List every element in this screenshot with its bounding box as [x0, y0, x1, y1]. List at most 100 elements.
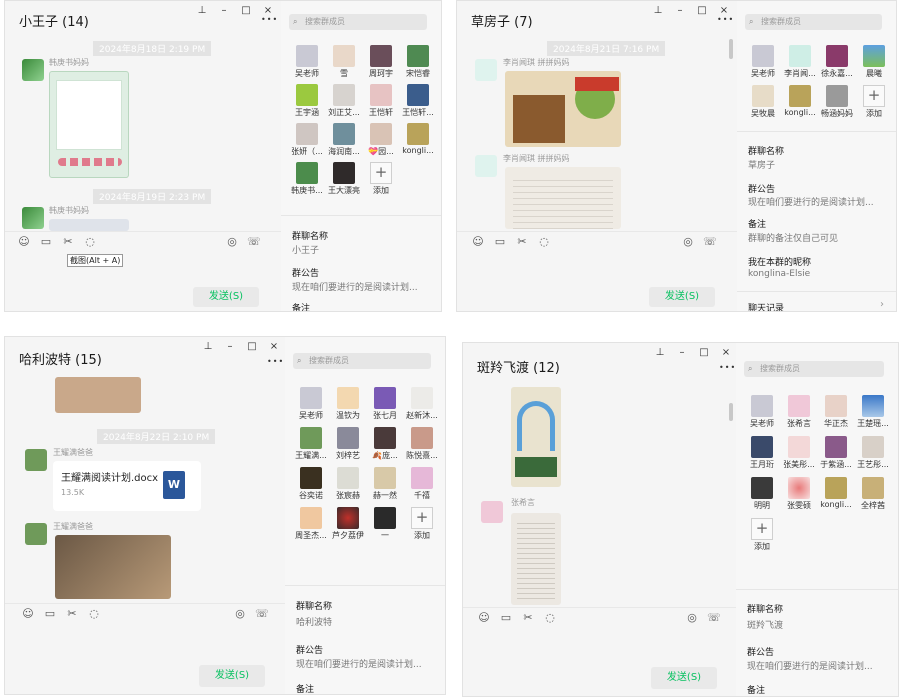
- member-item[interactable]: 张雯硕: [781, 477, 817, 511]
- member-item[interactable]: 宋恺睿: [400, 45, 436, 79]
- member-item[interactable]: 吴老师: [293, 387, 329, 421]
- member-item[interactable]: 于紫涵...: [818, 436, 854, 470]
- member-item[interactable]: 温钦为: [330, 387, 366, 421]
- close-icon[interactable]: ×: [715, 346, 737, 360]
- member-item[interactable]: 明明: [744, 477, 780, 511]
- member-item[interactable]: 张妍（...: [289, 123, 325, 157]
- pin-icon[interactable]: ⊥: [647, 4, 669, 18]
- send-button[interactable]: 发送(S): [199, 665, 265, 687]
- member-item[interactable]: kongli...: [818, 477, 854, 511]
- minimize-icon[interactable]: –: [669, 4, 691, 18]
- folder-icon[interactable]: ▭: [493, 235, 507, 249]
- chat-history-icon[interactable]: ◌: [83, 235, 97, 249]
- member-item[interactable]: kongli...: [782, 85, 818, 119]
- member-item[interactable]: 王宇涵: [289, 84, 325, 118]
- chat-history-icon[interactable]: ◌: [87, 607, 101, 621]
- member-item[interactable]: 华正杰: [818, 395, 854, 429]
- member-item[interactable]: 刘正艾...: [326, 84, 362, 118]
- maximize-icon[interactable]: □: [241, 340, 263, 354]
- folder-icon[interactable]: ▭: [39, 235, 53, 249]
- member-item[interactable]: 张美彤...: [781, 436, 817, 470]
- member-item[interactable]: 王楚瑶...: [855, 395, 891, 429]
- chat-history-icon[interactable]: ◌: [543, 611, 557, 625]
- group-name-value[interactable]: 小王子: [292, 243, 319, 256]
- announcement-value[interactable]: 现在咱们要进行的是阅读计划...: [748, 195, 892, 208]
- video-call-icon[interactable]: ◎: [233, 607, 247, 621]
- chat-history-link[interactable]: 聊天记录: [748, 301, 784, 311]
- send-button[interactable]: 发送(S): [649, 287, 715, 307]
- member-item[interactable]: kongli...: [400, 123, 436, 157]
- member-item[interactable]: 徐永嘉...: [819, 45, 855, 79]
- message-image[interactable]: [505, 71, 621, 147]
- scissors-icon[interactable]: ✂: [65, 607, 79, 621]
- avatar[interactable]: [475, 155, 497, 177]
- phone-icon[interactable]: ☏: [707, 611, 721, 625]
- member-item[interactable]: 💝园...: [363, 123, 399, 157]
- member-item[interactable]: 雪: [326, 45, 362, 79]
- phone-icon[interactable]: ☏: [703, 235, 717, 249]
- send-button[interactable]: 发送(S): [193, 287, 259, 307]
- pin-icon[interactable]: ⊥: [191, 4, 213, 18]
- member-item[interactable]: 全梓茜: [855, 477, 891, 511]
- more-icon[interactable]: •••: [267, 357, 284, 366]
- member-item[interactable]: 王艺彤...: [855, 436, 891, 470]
- add-member-button[interactable]: + 添加: [363, 162, 399, 196]
- member-item[interactable]: 周圣杰...: [293, 507, 329, 541]
- emoji-icon[interactable]: ☺: [471, 235, 485, 249]
- member-item[interactable]: 陈悦熹...: [404, 427, 440, 461]
- member-item[interactable]: 王恺轩...: [400, 84, 436, 118]
- member-item[interactable]: 畅涵妈妈: [819, 85, 855, 119]
- announcement-value[interactable]: 现在咱们要进行的是阅读计划...: [747, 659, 893, 672]
- member-item[interactable]: 晨曦: [856, 45, 892, 79]
- more-icon[interactable]: •••: [717, 15, 734, 24]
- emoji-icon[interactable]: ☺: [17, 235, 31, 249]
- announcement-value[interactable]: 现在咱们要进行的是阅读计划...: [292, 280, 436, 293]
- video-call-icon[interactable]: ◎: [685, 611, 699, 625]
- member-item[interactable]: 王恺轩: [363, 84, 399, 118]
- member-search-input[interactable]: ⌕ 搜索群成员: [293, 353, 431, 369]
- scissors-icon[interactable]: ✂: [61, 235, 75, 249]
- member-item[interactable]: 谷奕诺: [293, 467, 329, 501]
- member-item[interactable]: 🍂庞...: [367, 427, 403, 461]
- member-item[interactable]: 海润南...: [326, 123, 362, 157]
- phone-icon[interactable]: ☏: [247, 235, 261, 249]
- member-item[interactable]: 一: [367, 507, 403, 541]
- member-search-input[interactable]: ⌕ 搜索群成员: [289, 14, 427, 30]
- member-item[interactable]: 赫一然: [367, 467, 403, 501]
- avatar[interactable]: [22, 207, 44, 229]
- file-message[interactable]: 王耀满阅读计划.docx 13.5K W: [53, 461, 201, 511]
- add-member-button[interactable]: + 添加: [744, 518, 780, 552]
- message-image[interactable]: [49, 219, 129, 231]
- more-icon[interactable]: •••: [261, 15, 278, 24]
- member-item[interactable]: 周珂宇: [363, 45, 399, 79]
- maximize-icon[interactable]: □: [235, 4, 257, 18]
- member-item[interactable]: 王耀满...: [293, 427, 329, 461]
- minimize-icon[interactable]: –: [213, 4, 235, 18]
- avatar[interactable]: [475, 59, 497, 81]
- message-image[interactable]: [511, 513, 561, 605]
- member-item[interactable]: 张宸赫: [330, 467, 366, 501]
- close-icon[interactable]: ×: [263, 340, 285, 354]
- member-item[interactable]: 张希言: [781, 395, 817, 429]
- member-item[interactable]: 李肖闻...: [782, 45, 818, 79]
- avatar[interactable]: [22, 59, 44, 81]
- scrollbar[interactable]: [729, 403, 733, 421]
- group-name-value[interactable]: 哈利波特: [296, 615, 332, 628]
- message-image[interactable]: [511, 387, 561, 487]
- member-item[interactable]: 千禧: [404, 467, 440, 501]
- my-nickname-value[interactable]: konglina-Elsie: [748, 269, 810, 279]
- add-member-button[interactable]: + 添加: [856, 85, 892, 119]
- message-image[interactable]: [505, 167, 621, 229]
- scrollbar[interactable]: [729, 39, 733, 59]
- chat-history-icon[interactable]: ◌: [537, 235, 551, 249]
- member-item[interactable]: 吴老师: [745, 45, 781, 79]
- member-item[interactable]: 张七月: [367, 387, 403, 421]
- send-button[interactable]: 发送(S): [651, 667, 717, 689]
- video-call-icon[interactable]: ◎: [225, 235, 239, 249]
- group-name-value[interactable]: 草房子: [748, 158, 775, 171]
- maximize-icon[interactable]: □: [693, 346, 715, 360]
- member-item[interactable]: 吴老师: [744, 395, 780, 429]
- scissors-icon[interactable]: ✂: [521, 611, 535, 625]
- member-item[interactable]: 赵新沐...: [404, 387, 440, 421]
- member-search-input[interactable]: ⌕ 搜索群成员: [744, 361, 884, 377]
